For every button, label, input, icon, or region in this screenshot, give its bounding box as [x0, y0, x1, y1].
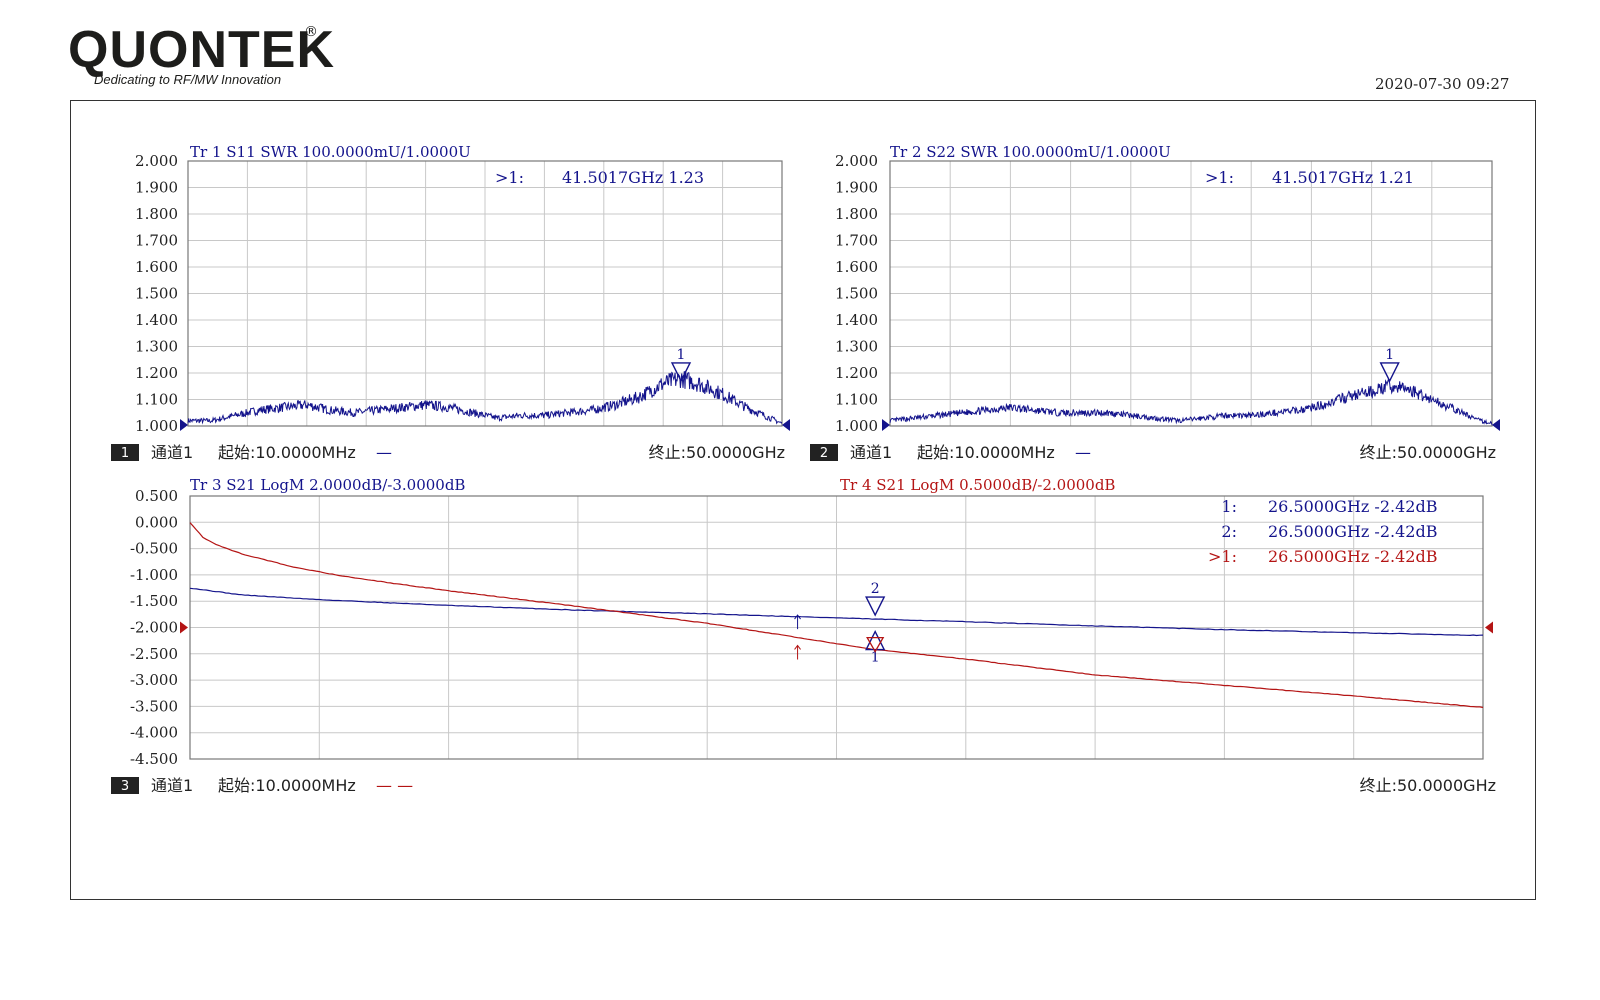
panel-1-y-tick-label: 2.000 [135, 152, 178, 170]
panel-3-channel-label: 通道1 [151, 776, 193, 795]
panel-1-marker-label: 1 [677, 347, 686, 363]
panel-2-channel-number: 2 [820, 446, 828, 461]
panel-3-start-freq: 起始:10.0000MHz [218, 776, 356, 795]
panel-1-channel-label: 通道1 [151, 443, 193, 462]
panel-2-trace-legend: — [1075, 443, 1091, 462]
panel-2-start-freq: 起始:10.0000MHz [917, 443, 1055, 462]
panel-2-y-tick-label: 1.700 [835, 232, 878, 250]
panel-3-y-tick-label: -4.500 [130, 750, 178, 768]
panel-3-readout-label: >1: [1208, 547, 1237, 566]
panel-1-ref-left [180, 419, 188, 431]
panel-2-title: Tr 2 S22 SWR 100.0000mU/1.0000U [890, 143, 1171, 161]
panel-2-y-tick-label: 1.400 [835, 311, 878, 329]
panel-2-y-tick-label: 1.300 [835, 338, 878, 356]
panel-1-marker-readout-value: 41.5017GHz 1.23 [562, 168, 704, 187]
panel-3-y-tick-label: -3.500 [130, 697, 178, 715]
panel-2-y-tick-label: 1.000 [835, 417, 878, 435]
panel-1-y-tick-label: 1.200 [135, 364, 178, 382]
panel-3-arrow-blue [794, 614, 801, 630]
panel-2-ref-left [882, 419, 890, 431]
panel-2-stop-freq: 终止:50.0000GHz [1360, 443, 1496, 462]
panel-1-y-tick-label: 1.500 [135, 285, 178, 303]
panel-3-y-tick-label: -4.000 [130, 724, 178, 742]
panel-1-trace-legend: — [376, 443, 392, 462]
panel-1-start-freq: 起始:10.0000MHz [218, 443, 356, 462]
panel-1-channel-number: 1 [121, 446, 129, 461]
panel-1-title: Tr 1 S11 SWR 100.0000mU/1.0000U [190, 143, 471, 161]
panel-2-ref-right [1492, 419, 1500, 431]
panel-3-trace-legend: — — [376, 776, 413, 795]
panel-1-y-tick-label: 1.800 [135, 205, 178, 223]
panel-1-y-tick-label: 1.000 [135, 417, 178, 435]
panel-3-y-tick-label: -1.500 [130, 592, 178, 610]
panel-3-arrow-red [794, 644, 801, 660]
panel-1-marker-readout-label: >1: [495, 168, 524, 187]
panel-3-channel-number: 3 [121, 779, 129, 794]
panel-2-y-tick-label: 1.900 [835, 179, 878, 197]
panel-2-y-tick-label: 2.000 [835, 152, 878, 170]
panel-3-ref-left [180, 621, 188, 634]
panel-3-y-tick-label: -2.000 [130, 619, 178, 637]
vna-charts: 2.000 1.900 1.800 1.700 1.600 1.500 1.400 1.300… [111, 143, 1500, 795]
panel-3-m2-marker-label: 2 [871, 581, 880, 597]
panel-3-y-tick-label: 0.000 [135, 513, 178, 531]
panel-3-title-tr4: Tr 4 S21 LogM 0.5000dB/-2.0000dB [840, 476, 1115, 494]
panel-2-y-tick-label: 1.800 [835, 205, 878, 223]
panel-2-marker-label: 1 [1385, 347, 1394, 363]
panel-2-y-tick-label: 1.100 [835, 391, 878, 409]
panel-3-ref-right [1485, 621, 1493, 634]
panel-2-channel-label: 通道1 [850, 443, 892, 462]
panel-3-y-tick-label: -2.500 [130, 645, 178, 663]
panel-1-ref-right [782, 419, 790, 431]
panel-2-marker-readout-value: 41.5017GHz 1.21 [1272, 168, 1414, 187]
panel-1-y-tick-label: 1.400 [135, 311, 178, 329]
panel-1-y-tick-label: 1.100 [135, 391, 178, 409]
panel-1-y-tick-label: 1.900 [135, 179, 178, 197]
panel-3-y-tick-label: -3.000 [130, 671, 178, 689]
panel-3-y-tick-label: -0.500 [130, 540, 178, 558]
panel-3-title-tr3: Tr 3 S21 LogM 2.0000dB/-3.0000dB [190, 476, 465, 494]
panel-3-y-tick-label: 0.500 [135, 487, 178, 505]
panel-3-m2-marker-triangle [865, 596, 886, 617]
panel-3-y-tick-label: -1.000 [130, 566, 178, 584]
panel-3-stop-freq: 终止:50.0000GHz [1360, 776, 1496, 795]
panel-3-readout-value: 26.5000GHz -2.42dB [1268, 497, 1437, 516]
panel-1-y-tick-label: 1.600 [135, 258, 178, 276]
panel-2-y-tick-label: 1.600 [835, 258, 878, 276]
panel-1-stop-freq: 终止:50.0000GHz [649, 443, 785, 462]
panel-2-y-tick-label: 1.200 [835, 364, 878, 382]
panel-3-readout-value: 26.5000GHz -2.42dB [1268, 522, 1437, 541]
panel-3-readout-label: 2: [1221, 522, 1237, 541]
panel-1-y-tick-label: 1.700 [135, 232, 178, 250]
panel-2-marker-triangle [1379, 362, 1400, 383]
panel-2-y-tick-label: 1.500 [835, 285, 878, 303]
panel-3-readout-label: 1: [1221, 497, 1237, 516]
panel-1-y-tick-label: 1.300 [135, 338, 178, 356]
panel-3-readout-value: 26.5000GHz -2.42dB [1268, 547, 1437, 566]
panel-2-marker-readout-label: >1: [1205, 168, 1234, 187]
